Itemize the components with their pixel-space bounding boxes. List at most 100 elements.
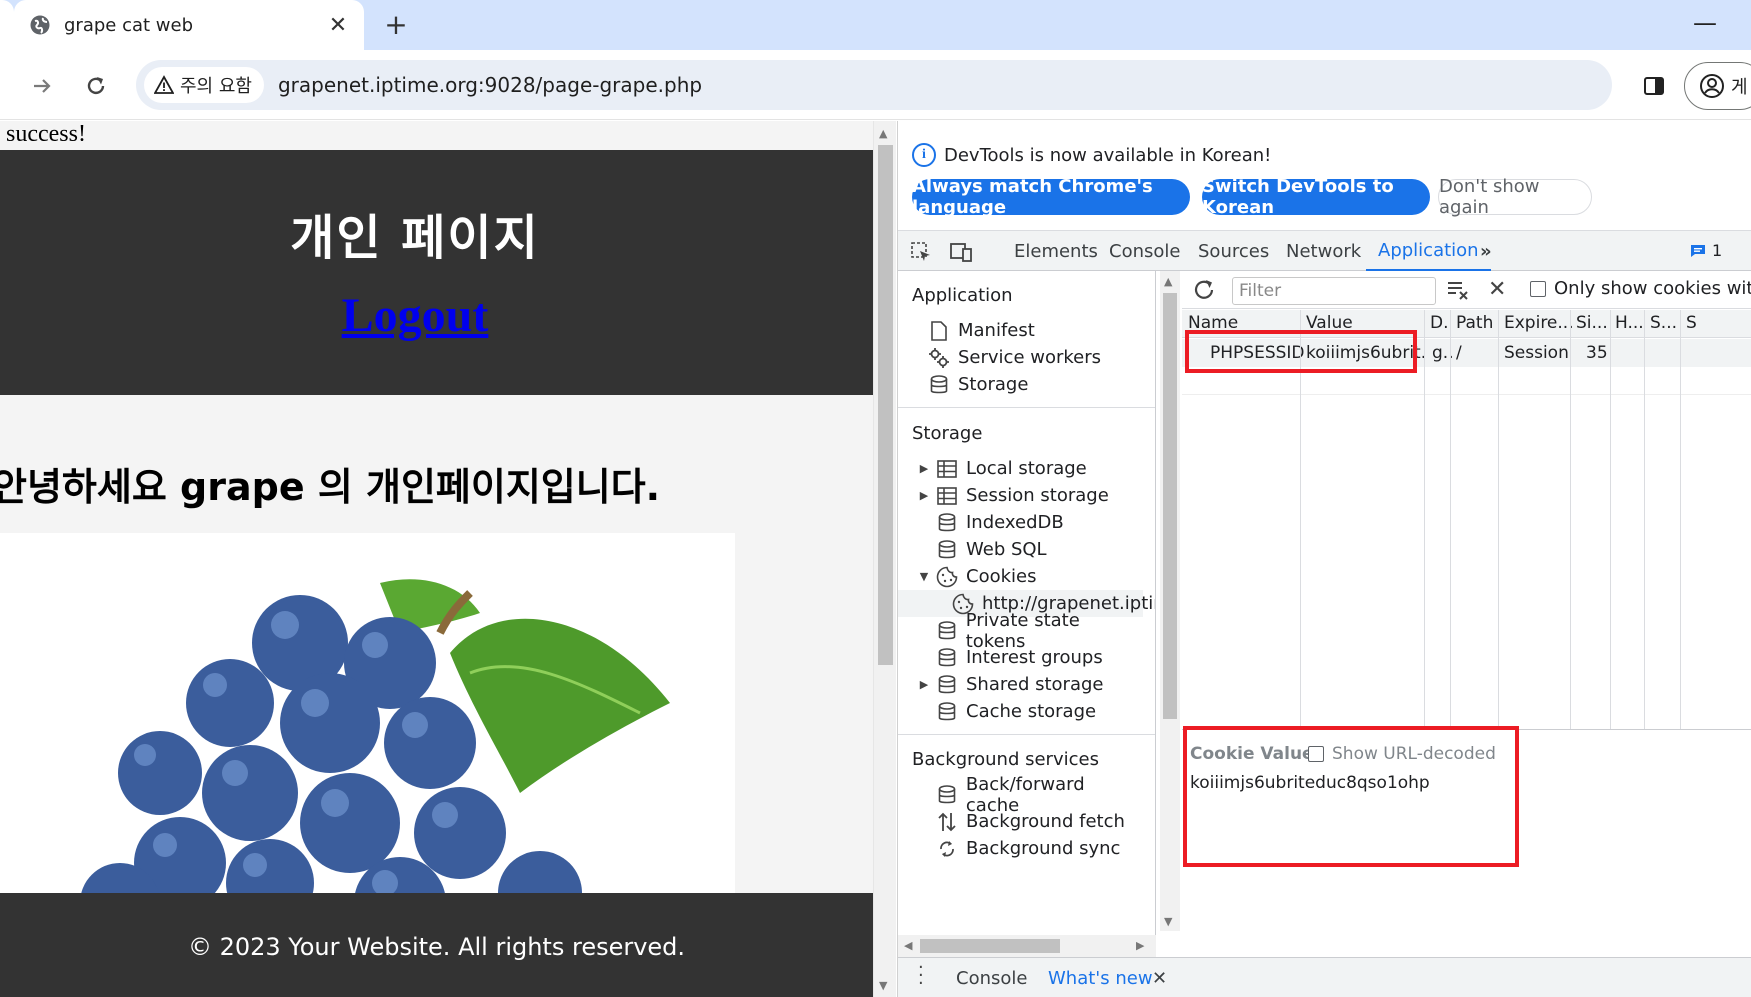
logout-label[interactable]: Logout [342,289,489,342]
side-panel-icon[interactable] [1636,68,1672,104]
scroll-down-icon[interactable]: ▼ [1164,915,1172,928]
sidebar-item-label: Interest groups [966,647,1103,668]
only-show-checkbox[interactable] [1530,280,1546,297]
sidebar-item-label: IndexedDB [966,512,1064,533]
sidebar-item-back-forward-cache[interactable]: Back/forward cache [898,774,1143,816]
logout-link[interactable]: Logout [0,288,830,343]
drawer-tab-console[interactable]: Console [956,968,1027,989]
devtools-drawer: · · · Console What's new ✕ [898,957,1751,997]
sidebar-item-background-sync[interactable]: Background sync [898,835,1143,862]
sidebar-item-service-workers[interactable]: Service workers [898,344,1143,371]
expand-arrow-icon[interactable]: ▶ [918,489,930,502]
warning-icon [154,75,174,94]
sidebar-horizontal-scrollbar[interactable]: ◀ ▶ [898,935,1156,957]
url-text[interactable]: grapenet.iptime.org:9028/page-grape.php [278,73,702,97]
sidebar-item-label: Cookies [966,566,1037,587]
scroll-right-icon[interactable]: ▶ [1136,939,1144,952]
expand-arrow-icon[interactable]: ▶ [918,462,930,475]
grape-image [0,533,735,933]
sidebar-scrollbar[interactable]: ▲ ▼ [1160,271,1180,931]
column-header-samesite[interactable]: S [1686,313,1697,333]
tab-application[interactable]: Application [1366,231,1491,271]
new-tab-icon[interactable]: + [378,6,414,42]
sidebar-item-web-sql[interactable]: Web SQL [898,536,1143,563]
column-header-httponly[interactable]: H... [1615,313,1644,333]
previous-tab-edge[interactable] [0,0,14,50]
always-match-language-button[interactable]: Always match Chrome's language [912,176,1190,218]
dont-show-again-button[interactable]: Don't show again [1438,176,1592,218]
sidebar-item-session-storage[interactable]: ▶ Session storage [898,482,1143,509]
tab-console[interactable]: Console [1109,231,1180,271]
sidebar-item-storage[interactable]: Storage [898,371,1143,398]
document-icon [928,320,950,342]
sidebar-item-label: Service workers [958,347,1102,368]
page-scroll-thumb[interactable] [878,145,893,665]
profile-button[interactable]: 게 [1684,62,1751,110]
sidebar-item-label: Manifest [958,320,1035,341]
column-header-domain[interactable]: D. [1430,313,1449,333]
collapse-arrow-icon[interactable]: ▼ [918,570,930,583]
section-storage: Storage [912,423,983,444]
clear-filtered-cookies-icon[interactable] [1446,279,1470,305]
sidebar-hscroll-thumb[interactable] [920,939,1060,953]
scroll-up-icon[interactable]: ▲ [1164,275,1172,288]
sidebar-divider [898,407,1155,408]
cell-path: / [1456,343,1462,363]
sidebar-item-label: Session storage [966,485,1109,506]
expand-arrow-icon[interactable]: ▶ [918,678,930,691]
column-header-size[interactable]: Si... [1576,313,1608,333]
switch-to-korean-button[interactable]: Switch DevTools to Korean [1202,176,1430,218]
column-header-expires[interactable]: Expire... [1504,313,1574,333]
sidebar-item-cache-storage[interactable]: Cache storage [898,698,1143,725]
sidebar-item-private-state-tokens[interactable]: Private state tokens [898,610,1143,652]
sidebar-item-label: Background fetch [966,811,1125,832]
cell-domain: g... [1432,343,1452,363]
page-footer: © 2023 Your Website. All rights reserved… [0,893,873,997]
only-show-issues-toggle[interactable]: Only show cookies wit [1530,278,1751,299]
sidebar-item-shared-storage[interactable]: ▶ Shared storage [898,671,1143,698]
tab-elements[interactable]: Elements [1014,231,1098,271]
column-header-path[interactable]: Path [1456,313,1493,333]
sidebar-item-interest-groups[interactable]: Interest groups [898,644,1143,671]
issues-badge[interactable]: 1 [1690,241,1722,260]
device-toolbar-icon[interactable] [948,239,974,265]
security-chip[interactable]: 주의 요함 [144,67,264,103]
scroll-down-icon[interactable]: ▼ [879,979,887,992]
clear-all-icon[interactable]: ✕ [1488,277,1506,302]
sidebar-item-label: Cache storage [966,701,1097,722]
sidebar-item-cookies[interactable]: ▼ Cookies [898,563,1143,590]
globe-icon [28,13,52,37]
reload-icon[interactable] [78,68,114,104]
tab-strip: grape cat web ✕ + — [0,0,1751,50]
message-icon [1691,244,1705,257]
sidebar-scroll-thumb[interactable] [1163,293,1177,719]
sidebar-item-manifest[interactable]: Manifest [898,317,1143,344]
sidebar-item-label: Local storage [966,458,1087,479]
forward-icon[interactable] [24,68,60,104]
more-tabs-icon[interactable]: » [1480,231,1492,271]
drawer-tab-whats-new[interactable]: What's new [1048,968,1153,989]
sidebar-item-local-storage[interactable]: ▶ Local storage [898,455,1143,482]
section-background-services: Background services [912,749,1099,770]
close-drawer-tab-icon[interactable]: ✕ [1152,968,1167,989]
close-tab-icon[interactable]: ✕ [322,9,354,41]
database-icon [936,620,958,642]
active-tab[interactable]: grape cat web ✕ [14,0,364,50]
refresh-icon[interactable] [1192,278,1216,306]
sidebar-item-background-fetch[interactable]: Background fetch [898,808,1143,835]
column-header-secure[interactable]: S... [1650,313,1677,333]
scroll-up-icon[interactable]: ▲ [879,127,887,140]
scroll-left-icon[interactable]: ◀ [904,939,912,952]
address-bar[interactable]: 주의 요함 grapenet.iptime.org:9028/page-grap… [136,60,1612,110]
tab-network[interactable]: Network [1286,231,1361,271]
sidebar-item-indexeddb[interactable]: IndexedDB [898,509,1143,536]
tab-sources[interactable]: Sources [1198,231,1269,271]
inspect-element-icon[interactable] [908,239,934,265]
page-scrollbar[interactable]: ▲ ▼ [873,121,896,997]
sync-icon [936,838,958,860]
more-options-icon[interactable]: · · · [918,959,924,993]
login-message: n success! [0,121,86,147]
minimize-window-icon[interactable]: — [1690,8,1720,38]
database-icon [936,539,958,561]
filter-input[interactable]: Filter [1232,277,1436,305]
